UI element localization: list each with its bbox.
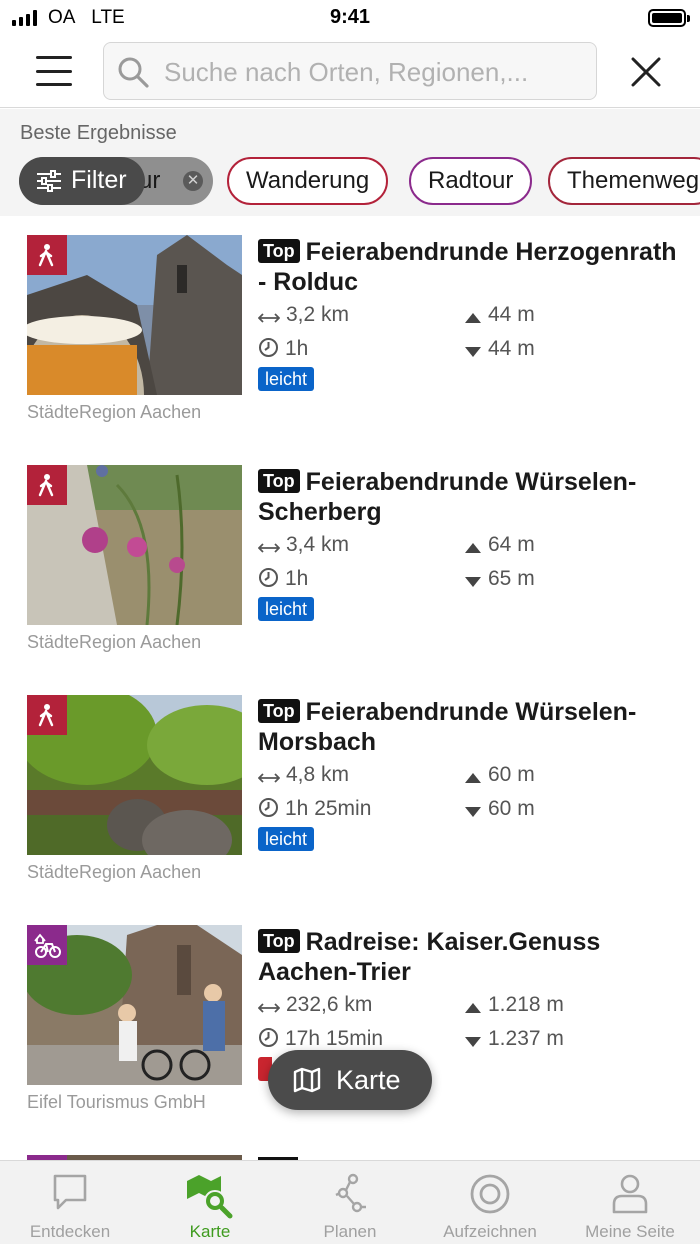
tab-label: Meine Seite	[585, 1222, 675, 1241]
tour-thumbnail	[27, 235, 242, 395]
remove-filter-icon[interactable]: ✕	[183, 171, 203, 191]
tour-descent: 65 m	[464, 567, 535, 591]
tour-descent: 60 m	[464, 797, 535, 821]
filter-button[interactable]: Filter	[19, 157, 145, 205]
search-icon	[118, 57, 149, 88]
results-title: Beste Ergebnisse	[20, 122, 177, 144]
close-icon	[631, 57, 661, 87]
clock-icon	[259, 338, 278, 357]
record-icon	[470, 1174, 510, 1214]
hamburger-icon	[36, 56, 72, 59]
tour-duration: 1h 25min	[258, 797, 371, 821]
top-badge: Top	[258, 929, 300, 953]
tour-ascent: 64 m	[464, 533, 535, 557]
menu-button[interactable]	[36, 56, 72, 86]
tab-label: Aufzeichnen	[443, 1222, 537, 1241]
difficulty-badge: leicht	[258, 597, 315, 621]
bike-tour-icon	[27, 925, 67, 965]
map-search-icon	[187, 1175, 233, 1219]
map-icon	[293, 1067, 321, 1093]
chip-themenweg[interactable]: Themenweg	[548, 157, 700, 205]
hiking-icon	[27, 465, 67, 505]
tour-descent: 1.237 m	[464, 1027, 564, 1051]
tab-karte[interactable]: Karte	[140, 1161, 280, 1244]
status-time: 9:41	[329, 6, 371, 28]
tour-title[interactable]: Top Feierabendrunde Würselen-Morsbach	[258, 697, 678, 757]
hiking-icon	[27, 695, 67, 735]
tour-title[interactable]: Top Feierabendrunde Herzogenrath - Rolduc	[258, 237, 678, 297]
tour-card[interactable]: Eifel Tourismus GmbH Top Radreise: Kaiser…	[0, 925, 700, 1155]
difficulty-badge: leicht	[258, 367, 315, 391]
clock-icon	[259, 1028, 278, 1047]
close-button[interactable]	[626, 52, 666, 92]
tour-thumbnail	[27, 695, 242, 855]
descent-arrow-icon	[465, 347, 481, 357]
status-bar: OA LTE 9:41	[0, 0, 700, 36]
ascent-arrow-icon	[465, 313, 481, 323]
hiking-icon	[27, 235, 67, 275]
tab-label: Planen	[323, 1222, 377, 1241]
top-badge: Top	[258, 239, 300, 263]
tour-ascent: 1.218 m	[464, 993, 564, 1017]
results-header: Beste Ergebnisse ur ✕ Filter Wanderung R…	[0, 109, 700, 216]
tab-aufzeichnen[interactable]: Aufzeichnen	[420, 1161, 560, 1244]
tour-distance: 3,4 km	[257, 533, 349, 557]
distance-arrows-icon	[257, 773, 281, 783]
clock-icon	[259, 798, 278, 817]
tour-duration: 1h	[258, 337, 308, 361]
map-button-label: Karte	[336, 1065, 401, 1095]
ascent-arrow-icon	[465, 773, 481, 783]
tour-distance: 3,2 km	[257, 303, 349, 327]
tour-card[interactable]: StädteRegion Aachen Top Feierabendrunde H…	[0, 235, 700, 465]
search-box[interactable]	[103, 42, 597, 100]
filter-sliders-icon	[37, 170, 61, 192]
tab-entdecken[interactable]: Entdecken	[0, 1161, 140, 1244]
ascent-arrow-icon	[465, 543, 481, 553]
tour-ascent: 60 m	[464, 763, 535, 787]
tour-source: StädteRegion Aachen	[27, 402, 202, 422]
descent-arrow-icon	[465, 1037, 481, 1047]
search-header	[0, 36, 700, 108]
tab-label: Karte	[189, 1222, 231, 1241]
tour-source: StädteRegion Aachen	[27, 632, 202, 652]
chat-bubble-icon	[53, 1174, 87, 1210]
tour-source: Eifel Tourismus GmbH	[27, 1092, 206, 1112]
ascent-arrow-icon	[465, 1003, 481, 1013]
chip-wanderung[interactable]: Wanderung	[227, 157, 389, 205]
tour-ascent: 44 m	[464, 303, 535, 327]
tour-card[interactable]: StädteRegion Aachen Top Feierabendrunde W…	[0, 465, 700, 695]
clock-icon	[259, 568, 278, 587]
top-badge: Top	[258, 469, 300, 493]
descent-arrow-icon	[465, 577, 481, 587]
descent-arrow-icon	[465, 807, 481, 817]
person-icon	[612, 1174, 648, 1214]
tour-thumbnail	[27, 925, 242, 1085]
chip-radtour[interactable]: Radtour	[409, 157, 533, 205]
tour-distance: 232,6 km	[257, 993, 372, 1017]
tab-label: Entdecken	[29, 1222, 111, 1241]
tour-title[interactable]: Top Feierabendrunde Würselen-Scherberg	[258, 467, 678, 527]
distance-arrows-icon	[257, 1003, 281, 1013]
filter-label: Filter	[71, 166, 127, 194]
tab-meine-seite[interactable]: Meine Seite	[560, 1161, 700, 1244]
filter-chips: ur ✕ Filter Wanderung Radtour Themenweg	[19, 157, 700, 205]
tour-duration: 17h 15min	[258, 1027, 383, 1051]
tour-duration: 1h	[258, 567, 308, 591]
difficulty-badge: leicht	[258, 827, 315, 851]
route-plan-icon	[335, 1173, 366, 1213]
tab-planen[interactable]: Planen	[280, 1161, 420, 1244]
tour-card[interactable]: StädteRegion Aachen Top Feierabendrunde W…	[0, 695, 700, 925]
distance-arrows-icon	[257, 313, 281, 323]
tour-distance: 4,8 km	[257, 763, 349, 787]
battery-icon	[648, 9, 690, 27]
tour-descent: 44 m	[464, 337, 535, 361]
tour-title[interactable]: Top Radreise: Kaiser.Genuss Aachen-Trier	[258, 927, 678, 987]
bottom-tab-bar: Entdecken Karte Planen Aufzeichnen Meine…	[0, 1160, 700, 1244]
map-button[interactable]: Karte	[268, 1050, 432, 1110]
tour-thumbnail	[27, 465, 242, 625]
top-badge: Top	[258, 699, 300, 723]
tour-source: StädteRegion Aachen	[27, 862, 202, 882]
search-input[interactable]	[164, 52, 584, 92]
distance-arrows-icon	[257, 543, 281, 553]
